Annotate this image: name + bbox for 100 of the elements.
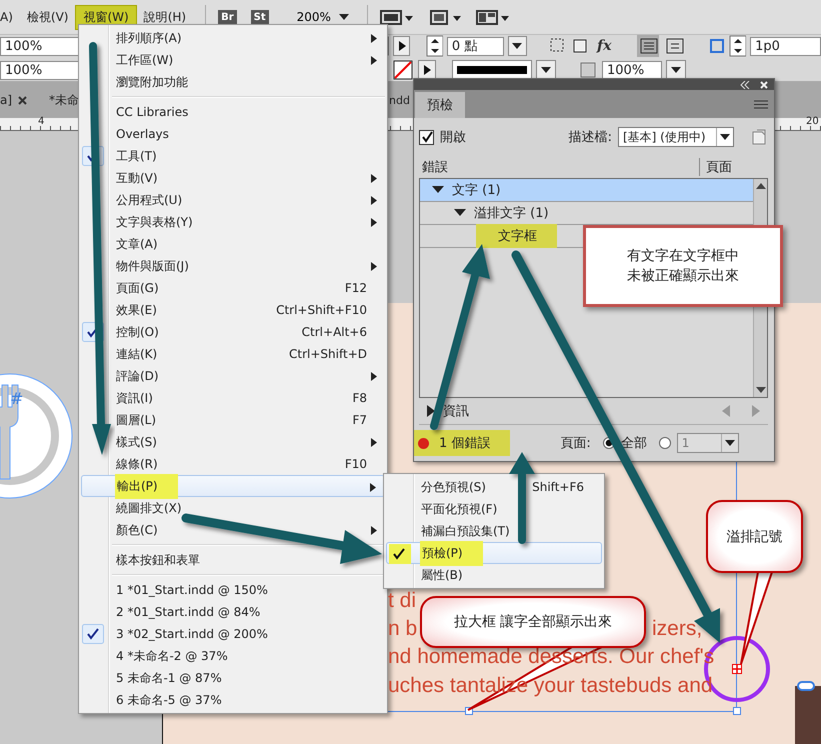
checkbox-label: 開啟 [440, 129, 466, 146]
offset-field[interactable]: 1p0 [750, 36, 821, 56]
radio-label: 全部 [620, 435, 647, 452]
spinner-icon[interactable] [426, 35, 443, 57]
page-label: 頁面: [560, 435, 591, 452]
close-icon[interactable] [18, 96, 28, 104]
menu-item[interactable]: 2 *01_Start.indd @ 84% [81, 601, 385, 623]
profile-dropdown[interactable]: [基本] (使用中) [618, 127, 734, 147]
menu-icon[interactable] [754, 100, 768, 109]
checkmark-icon [389, 544, 411, 564]
menu-item[interactable]: 樣本按鈕和表單 [81, 549, 385, 571]
speech-bubble: 溢排記號 [706, 500, 803, 573]
menu-item[interactable]: 繞圖排文(X) [81, 497, 385, 519]
spinner-icon[interactable] [729, 35, 746, 57]
document-tab[interactable]: *未命 [49, 92, 80, 108]
menu-item[interactable]: 平面化預視(F) [386, 498, 602, 520]
menu-item[interactable]: 控制(O) Ctrl+Alt+6 [81, 321, 385, 343]
triangle-icon [398, 41, 406, 51]
menu-item[interactable]: 補漏白預設集(T) [386, 520, 602, 542]
expand-arrow-icon[interactable] [454, 209, 466, 217]
menu-item[interactable]: 屬性(B) [386, 564, 602, 586]
dropdown-button[interactable] [508, 36, 526, 56]
photo-placeholder [795, 686, 821, 744]
submenu-arrow-icon [371, 34, 377, 43]
body-text: izers, [652, 617, 702, 641]
menu-item[interactable]: 輸出(P) [81, 475, 385, 497]
menu-title[interactable]: 檢視(V) [20, 6, 76, 28]
overflow-marker-icon[interactable] [732, 664, 742, 674]
dropdown-button[interactable] [666, 60, 686, 80]
menu-item[interactable]: 物件與版面(J) [81, 255, 385, 277]
column-header: 頁面 [699, 158, 732, 176]
menu-item[interactable]: 工具(T) [81, 145, 385, 167]
radio-button[interactable] [658, 437, 671, 449]
menu-item[interactable]: 顏色(C) [81, 519, 385, 541]
view-options-icon[interactable] [428, 8, 462, 26]
menu-item[interactable]: 評論(D) [81, 365, 385, 387]
menu-item[interactable]: 預檢(P) [386, 542, 602, 564]
submenu-arrow-icon [371, 438, 377, 447]
effects-button[interactable]: fx [593, 38, 616, 54]
menu-item[interactable]: 連結(K) Ctrl+Shift+D [81, 343, 385, 365]
menu-item[interactable]: 6 未命名-5 @ 37% [81, 689, 385, 711]
scroll-up-icon[interactable] [756, 183, 766, 189]
menu-item[interactable]: CC Libraries [81, 101, 385, 123]
body-text: t di [388, 589, 416, 613]
error-count: 1 個錯誤 [439, 435, 490, 452]
speech-bubble: 拉大框 讓字全部顯示出來 [420, 596, 646, 648]
menu-item[interactable]: 分色預視(S) Shift+F6 [386, 476, 602, 498]
menu-item[interactable]: 資訊(I) F8 [81, 387, 385, 409]
menu-item[interactable]: 效果(E) Ctrl+Shift+F10 [81, 299, 385, 321]
app-button[interactable]: St [250, 10, 269, 24]
section-label: 資訊 [443, 403, 469, 420]
menu-item[interactable]: 4 *未命名-2 @ 37% [81, 645, 385, 667]
checkbox[interactable] [419, 130, 434, 144]
error-status-dot [418, 438, 429, 448]
submenu-arrow-icon [371, 526, 377, 535]
expand-arrow-icon[interactable] [432, 186, 444, 194]
dropdown-button[interactable] [536, 60, 556, 80]
tree-row[interactable]: 文字 (1) [420, 179, 753, 202]
menu-item[interactable]: 文章(A) [81, 233, 385, 255]
menu-item[interactable]: 3 *02_Start.indd @ 200% [81, 623, 385, 645]
submenu-arrow-icon [371, 56, 377, 65]
play-button[interactable] [418, 60, 436, 80]
triangle-icon [423, 65, 431, 75]
menu-item[interactable]: 頁面(G) F12 [81, 277, 385, 299]
menu-item[interactable]: 樣式(S) [81, 431, 385, 453]
collapse-icon[interactable] [740, 80, 750, 88]
menu-item[interactable]: 1 *01_Start.indd @ 150% [81, 579, 385, 601]
menu-item[interactable]: 圖層(L) F7 [81, 409, 385, 431]
menu-item[interactable]: 互動(V) [81, 167, 385, 189]
menu-item[interactable]: Overlays [81, 123, 385, 145]
panel-tab[interactable]: 預檢 [415, 92, 465, 118]
profile-label: 描述檔: [568, 129, 612, 146]
link-icon[interactable] [797, 681, 815, 691]
document-tab[interactable]: a] [0, 93, 28, 107]
stroke-style-dropdown[interactable] [452, 60, 532, 80]
expand-arrow-icon[interactable] [427, 405, 435, 417]
menu-title[interactable]: A) [0, 7, 20, 27]
document-tab[interactable]: ndd [389, 94, 410, 106]
document-icon[interactable] [750, 128, 768, 146]
callout-tooltip: 有文字在文字框中 未被正確顯示出來 [583, 225, 783, 307]
column-header: 錯誤 [422, 159, 448, 176]
ruler-mark: 4 [38, 116, 44, 127]
no-stroke-icon[interactable] [392, 59, 414, 81]
app-button[interactable]: Br [218, 10, 237, 24]
submenu-arrow-icon [371, 174, 377, 183]
arrange-documents-icon[interactable] [476, 8, 510, 26]
play-button[interactable] [393, 36, 410, 56]
menu-item[interactable]: 公用程式(U) [81, 189, 385, 211]
handle[interactable] [733, 707, 741, 715]
stroke-weight-field[interactable]: 0 點 [446, 36, 504, 56]
submenu-arrow-icon [371, 196, 377, 205]
opacity-icon[interactable] [578, 60, 598, 80]
opacity-field[interactable]: 100% [602, 60, 662, 80]
menu-item[interactable]: 5 未命名-1 @ 87% [81, 667, 385, 689]
screen-mode-icon[interactable] [380, 8, 414, 26]
menu-item[interactable]: 線條(R) F10 [81, 453, 385, 475]
align-icon[interactable] [636, 35, 659, 57]
scroll-down-icon[interactable] [756, 387, 766, 393]
menu-item[interactable]: 文字與表格(Y) [81, 211, 385, 233]
ruler-mark: 20 [806, 116, 819, 127]
